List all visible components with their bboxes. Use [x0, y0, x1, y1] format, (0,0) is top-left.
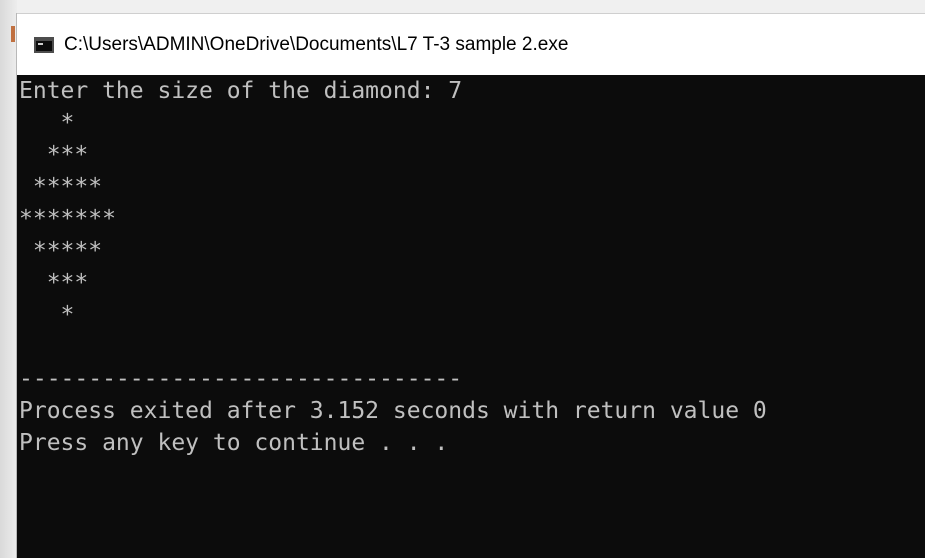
console-output-area[interactable]: Enter the size of the diamond: 7 * *** *…	[17, 75, 925, 558]
diamond-row: ***	[19, 270, 89, 296]
diamond-row: *****	[19, 174, 103, 200]
console-window-icon[interactable]	[34, 37, 54, 53]
separator-line: --------------------------------	[19, 366, 463, 392]
diamond-row: ***	[19, 142, 89, 168]
console-prompt-line: Enter the size of the diamond: 7	[19, 78, 463, 104]
window-titlebar[interactable]: C:\Users\ADMIN\OneDrive\Documents\L7 T-3…	[17, 13, 925, 75]
diamond-row: *******	[19, 206, 116, 232]
process-exit-message: Process exited after 3.152 seconds with …	[19, 398, 767, 424]
window-title: C:\Users\ADMIN\OneDrive\Documents\L7 T-3…	[64, 34, 569, 55]
continue-prompt: Press any key to continue . . .	[19, 430, 449, 456]
console-window[interactable]: C:\Users\ADMIN\OneDrive\Documents\L7 T-3…	[17, 13, 925, 558]
background-window-accent	[11, 26, 15, 42]
screen: C:\Users\ADMIN\OneDrive\Documents\L7 T-3…	[0, 0, 925, 558]
diamond-row: *	[19, 110, 75, 136]
diamond-row: *****	[19, 238, 103, 264]
diamond-row: *	[19, 302, 75, 328]
background-window-edge	[0, 0, 17, 558]
